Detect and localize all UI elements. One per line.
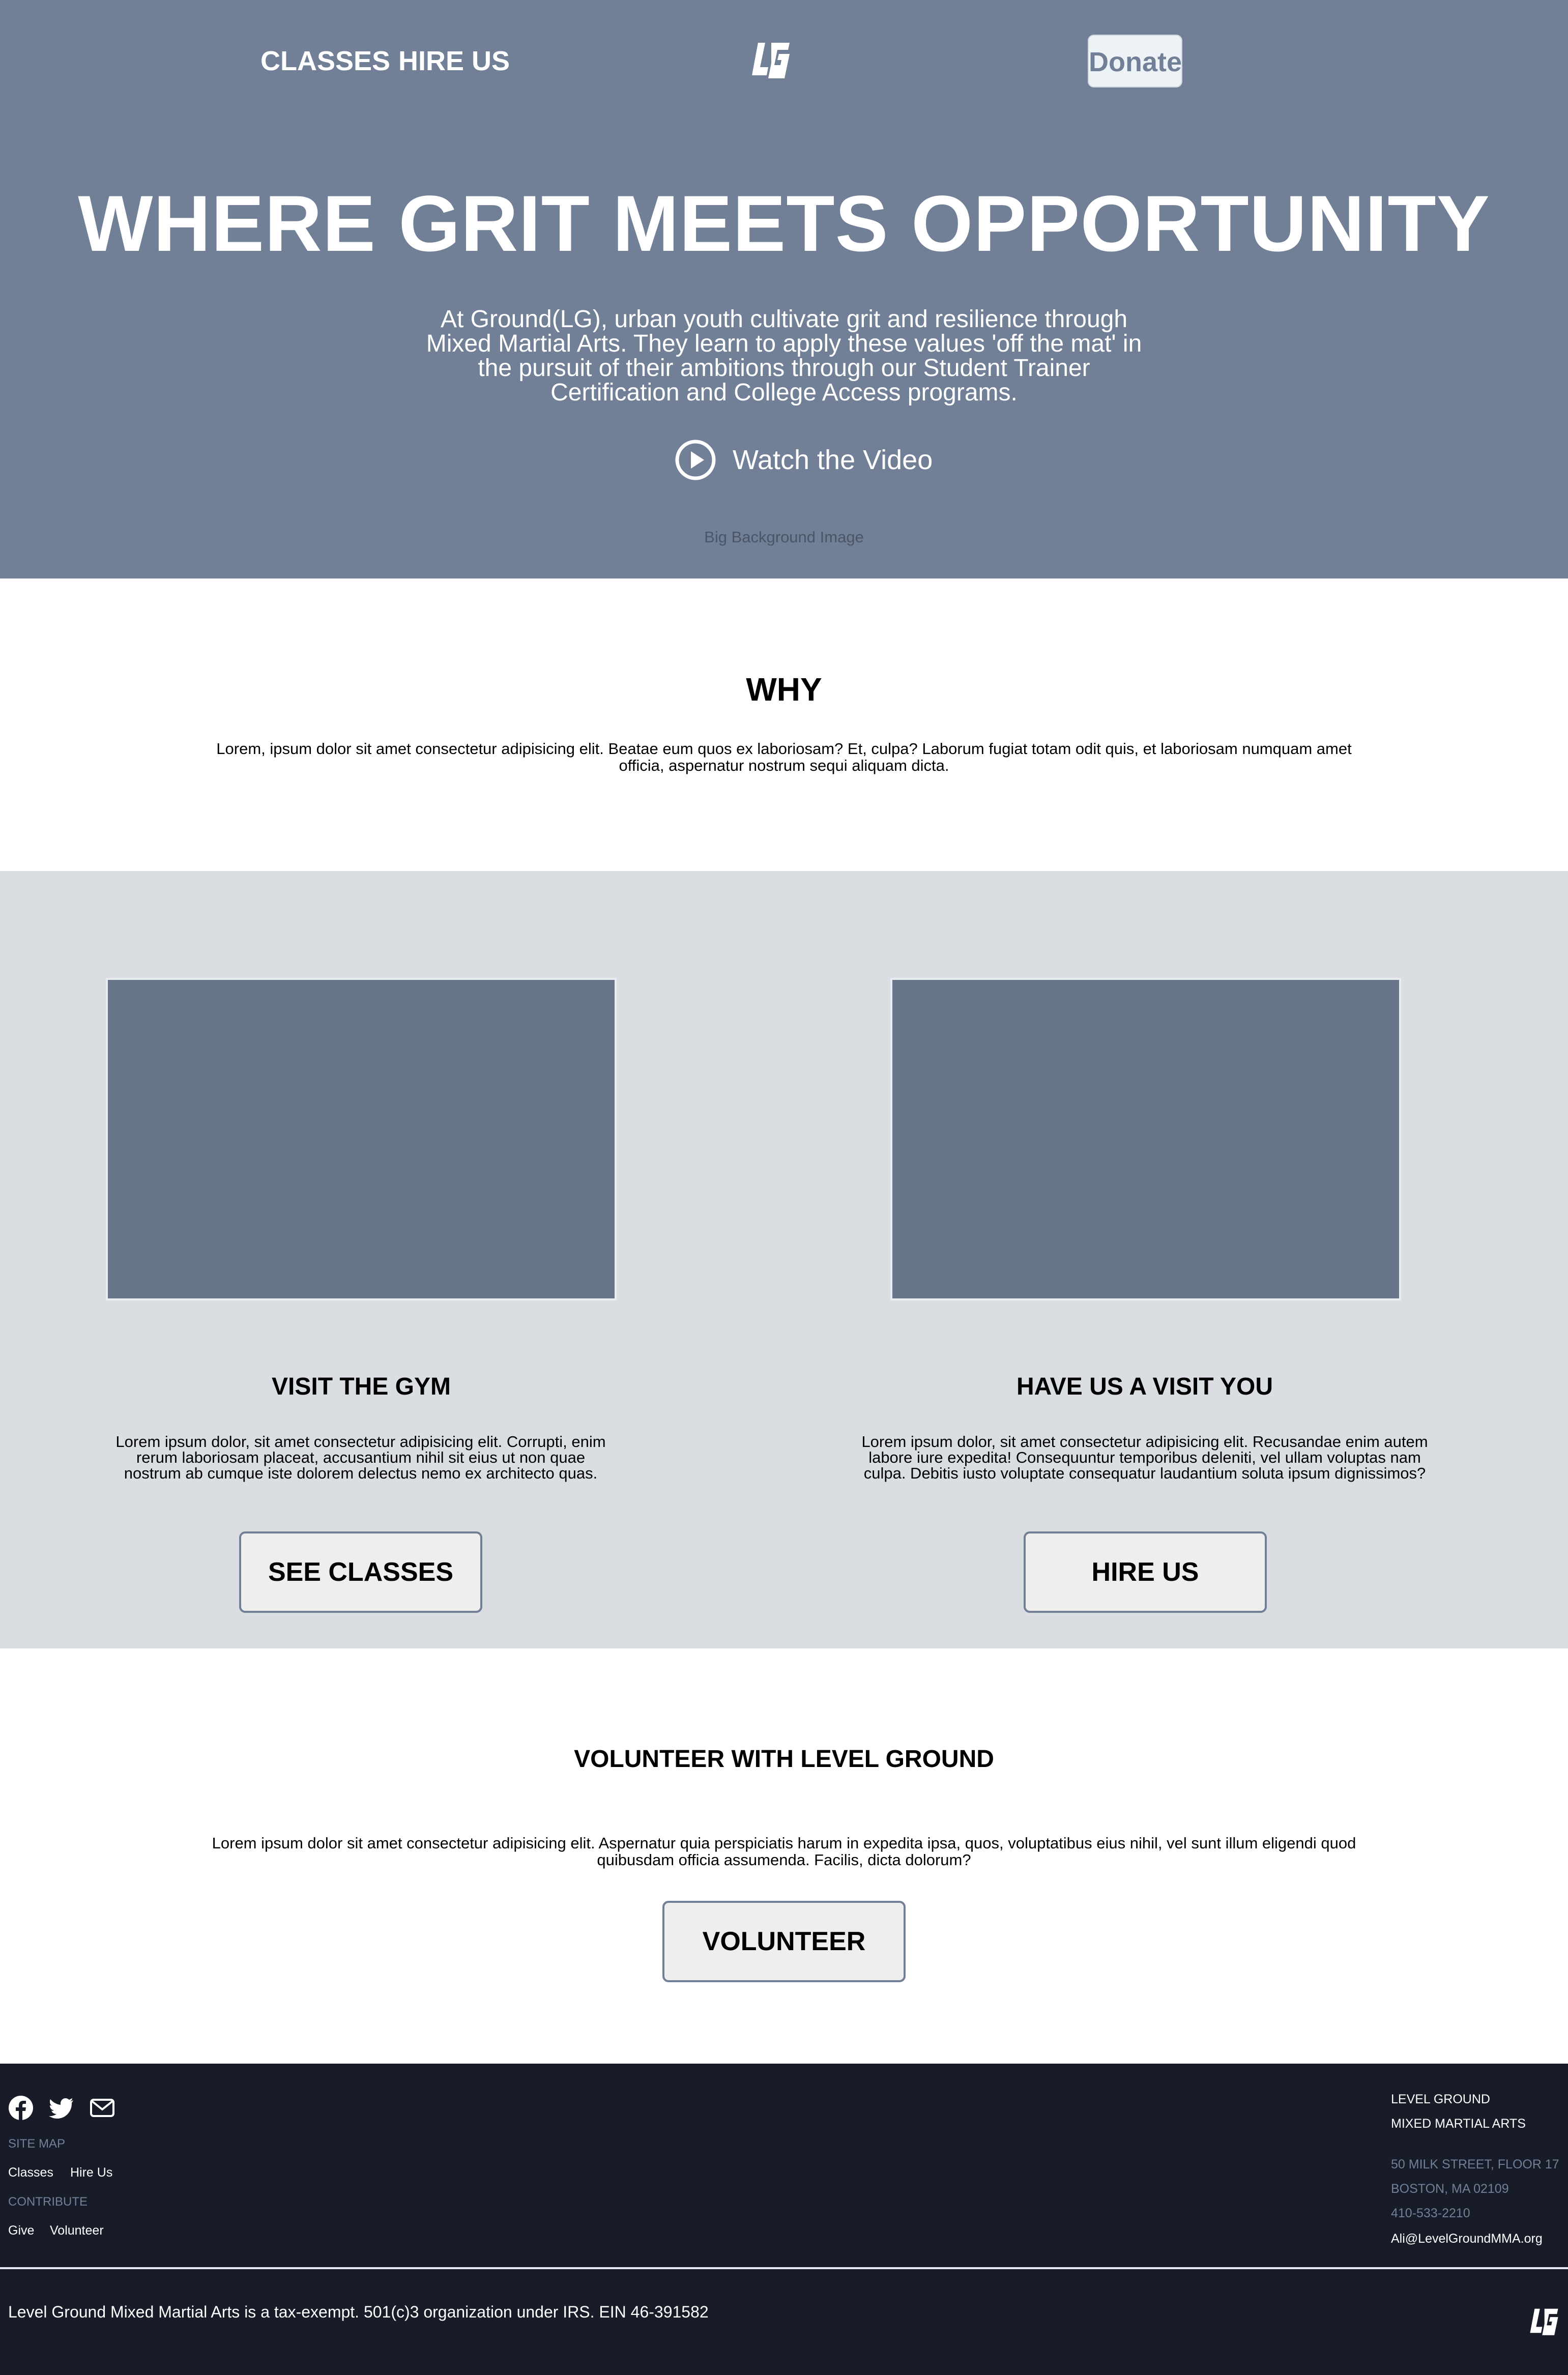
facebook-icon[interactable] xyxy=(8,2095,34,2121)
envelope-icon[interactable] xyxy=(90,2095,115,2121)
watch-video-label: Watch the Video xyxy=(733,445,933,475)
hire-us-button[interactable]: HIRE US xyxy=(1024,1531,1267,1613)
gym-image-placeholder xyxy=(106,978,617,1300)
why-heading: WHY xyxy=(746,671,822,708)
donate-button[interactable]: Donate xyxy=(1088,35,1182,88)
hero-description: At Ground(LG), urban youth cultivate gri… xyxy=(426,306,1142,406)
volunteer-heading: VOLUNTEER WITH LEVEL GROUND xyxy=(574,1746,994,1773)
watch-video-link[interactable]: Watch the Video xyxy=(675,439,933,481)
background-image-label: Big Background Image xyxy=(704,528,864,546)
see-classes-button[interactable]: SEE CLASSES xyxy=(239,1531,482,1613)
hero-title: WHERE GRIT MEETS OPPORTUNITY xyxy=(78,180,1490,268)
contribute-heading: CONTRIBUTE xyxy=(8,2195,88,2209)
why-text: Lorem, ipsum dolor sit amet consectetur … xyxy=(216,740,1352,774)
twitter-icon[interactable] xyxy=(49,2095,74,2121)
legal-notice: Level Ground Mixed Martial Arts is a tax… xyxy=(8,2303,709,2321)
footer: SITE MAP Classes Hire Us CONTRIBUTE Give… xyxy=(0,2064,1568,2375)
footer-hire-us-link[interactable]: Hire Us xyxy=(70,2165,112,2180)
org-name-line1: LEVEL GROUND xyxy=(1391,2092,1490,2106)
footer-volunteer-link[interactable]: Volunteer xyxy=(50,2223,104,2238)
play-circle-icon xyxy=(675,440,716,480)
visit-you-text: Lorem ipsum dolor, sit amet consectetur … xyxy=(861,1433,1428,1482)
address-line2: BOSTON, MA 02109 xyxy=(1391,2182,1509,2196)
volunteer-text: Lorem ipsum dolor sit amet consectetur a… xyxy=(212,1834,1356,1869)
visit-gym-heading: VISIT THE GYM xyxy=(271,1373,451,1400)
site-map-heading: SITE MAP xyxy=(8,2137,66,2151)
phone-number: 410-533-2210 xyxy=(1391,2206,1470,2220)
logo-icon[interactable] xyxy=(751,40,791,80)
org-name-line2: MIXED MARTIAL ARTS xyxy=(1391,2117,1526,2131)
volunteer-button[interactable]: VOLUNTEER xyxy=(662,1901,906,1982)
address-line1: 50 MILK STREET, FLOOR 17 xyxy=(1391,2157,1559,2171)
visit-you-heading: HAVE US A VISIT YOU xyxy=(1016,1373,1273,1400)
footer-give-link[interactable]: Give xyxy=(8,2223,34,2238)
nav-hire-us-link[interactable]: HIRE US xyxy=(398,46,510,76)
visit-gym-text: Lorem ipsum dolor, sit amet consectetur … xyxy=(115,1433,606,1482)
services-section: VISIT THE GYM Lorem ipsum dolor, sit ame… xyxy=(0,871,1568,1648)
footer-logo-icon[interactable] xyxy=(1529,2302,1559,2341)
hero-section: CLASSES HIRE US Donate WHERE GRIT MEETS … xyxy=(0,0,1568,578)
nav-classes-link[interactable]: CLASSES xyxy=(260,46,390,76)
footer-classes-link[interactable]: Classes xyxy=(8,2165,53,2180)
visit-image-placeholder xyxy=(890,978,1401,1300)
email-link[interactable]: Ali@LevelGroundMMA.org xyxy=(1391,2232,1543,2246)
footer-divider xyxy=(0,2267,1568,2269)
